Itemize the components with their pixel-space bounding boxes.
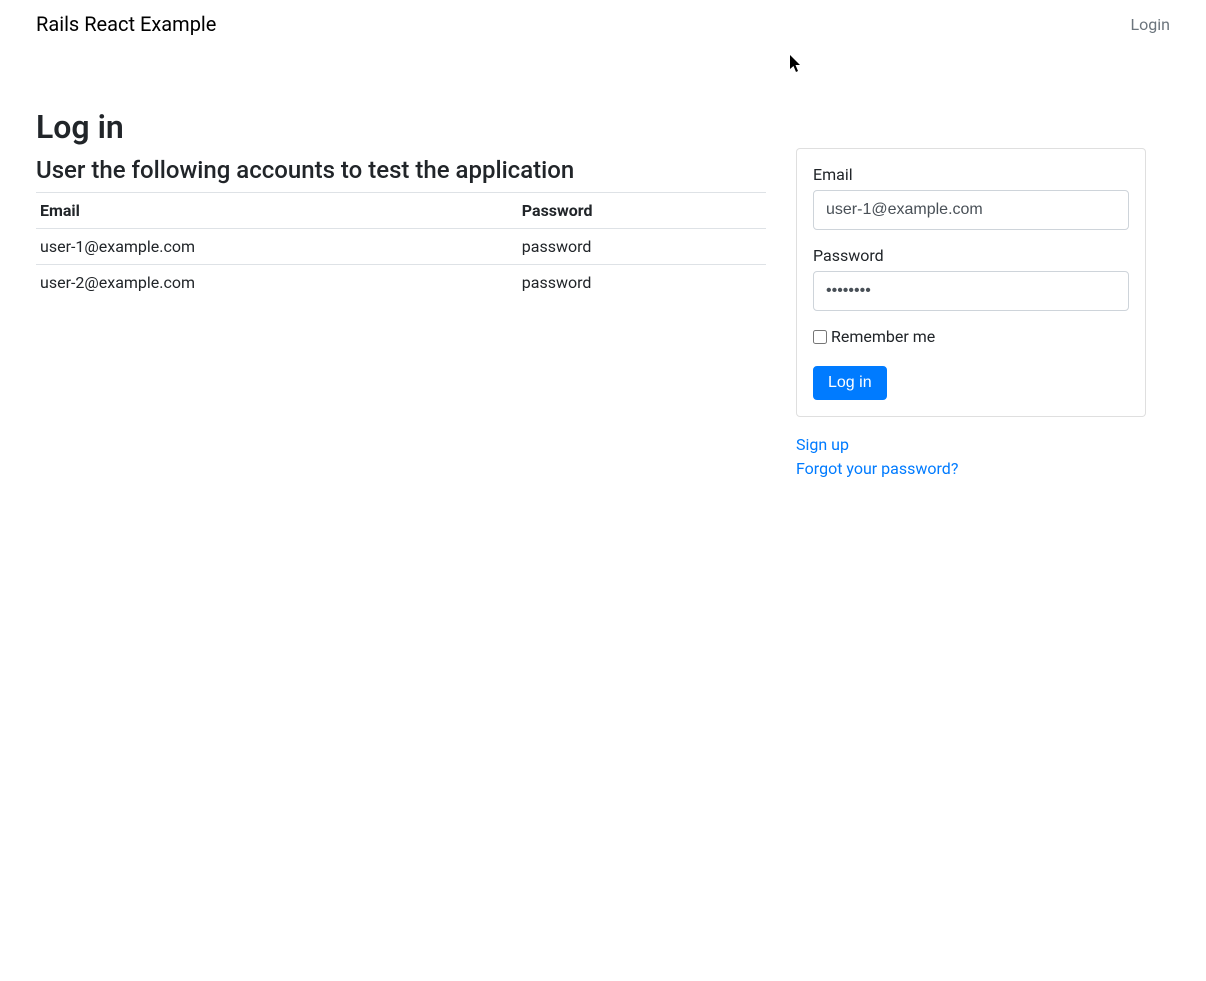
main-container: Log in User the following accounts to te… [0, 108, 1206, 481]
cursor-icon [790, 55, 804, 73]
login-button[interactable]: Log in [813, 366, 887, 400]
login-card: Email Password Remember me Log in [796, 148, 1146, 417]
login-column: Email Password Remember me Log in Sign u… [796, 148, 1146, 481]
accounts-table: Email Password user-1@example.com passwo… [36, 192, 766, 300]
navbar-brand[interactable]: Rails React Example [36, 12, 216, 36]
navbar: Rails React Example Login [0, 0, 1206, 48]
forgot-password-link[interactable]: Forgot your password? [796, 457, 1146, 481]
page-subtitle: User the following accounts to test the … [36, 156, 766, 184]
signup-link[interactable]: Sign up [796, 433, 1146, 457]
navbar-login-link[interactable]: Login [1131, 15, 1170, 34]
remember-me-checkbox[interactable] [813, 330, 827, 344]
email-field[interactable] [813, 190, 1129, 230]
table-header-password: Password [518, 193, 766, 229]
cell-password: password [518, 229, 766, 265]
table-row: user-1@example.com password [36, 229, 766, 265]
table-row: user-2@example.com password [36, 265, 766, 301]
page-title: Log in [36, 108, 766, 146]
cell-email: user-2@example.com [36, 265, 518, 301]
table-header-email: Email [36, 193, 518, 229]
email-label: Email [813, 165, 1129, 184]
password-field[interactable] [813, 271, 1129, 311]
cell-email: user-1@example.com [36, 229, 518, 265]
password-label: Password [813, 246, 1129, 265]
auth-links: Sign up Forgot your password? [796, 433, 1146, 481]
cell-password: password [518, 265, 766, 301]
remember-me-label: Remember me [831, 327, 935, 346]
accounts-column: Log in User the following accounts to te… [36, 108, 766, 481]
